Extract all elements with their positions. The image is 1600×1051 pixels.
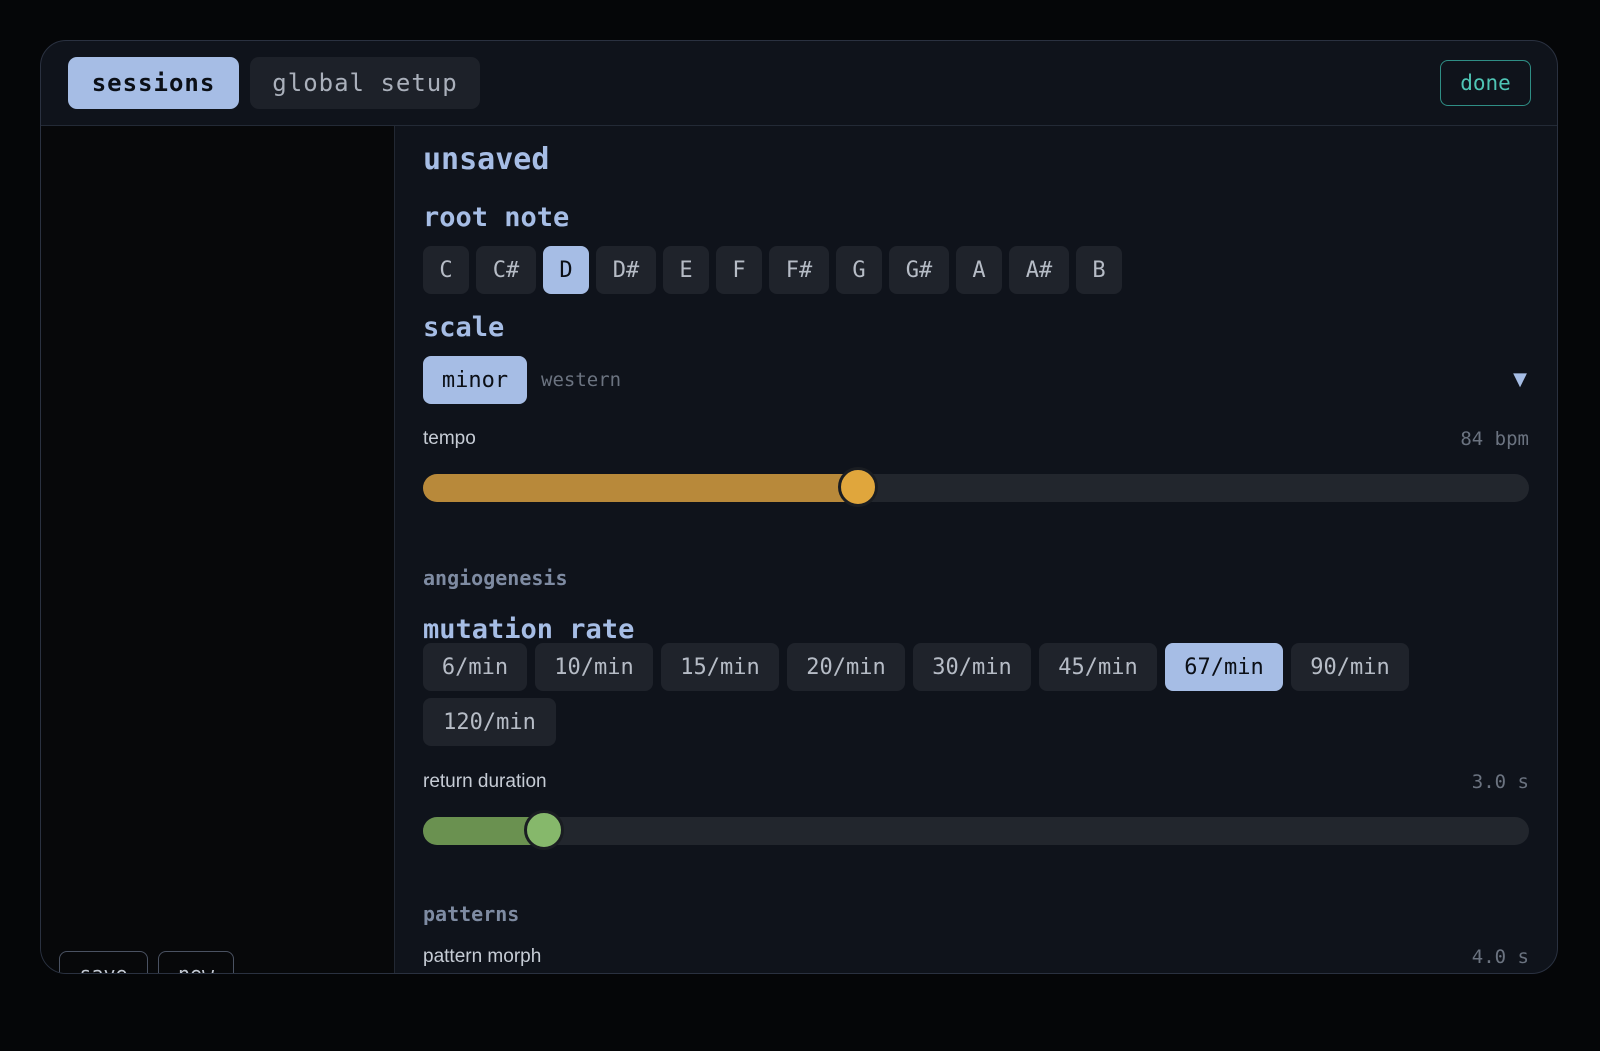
scale-heading: scale [423, 312, 505, 343]
root-note-chip[interactable]: F [716, 246, 762, 294]
new-button[interactable]: new [158, 951, 234, 973]
tab-sessions[interactable]: sessions [68, 57, 239, 109]
tempo-label: tempo [423, 428, 476, 449]
root-note-heading: root note [423, 202, 570, 233]
pattern-morph-label: pattern morph [423, 946, 542, 967]
mutation-rate-chip[interactable]: 10/min [535, 643, 653, 691]
mutation-rate-chip[interactable]: 20/min [787, 643, 905, 691]
save-button[interactable]: save [59, 951, 148, 973]
session-title: unsaved [423, 142, 550, 177]
root-note-chip[interactable]: A# [1009, 246, 1069, 294]
mutation-rate-heading: mutation rate [423, 614, 635, 645]
root-note-chip[interactable]: F# [769, 246, 829, 294]
angiogenesis-section-heading: angiogenesis [423, 566, 568, 590]
top-bar: sessions global setup done [41, 41, 1557, 126]
session-settings: unsaved root note C C# D D# E F F# G G# A A# B scal… [395, 126, 1557, 973]
mutation-rate-chip[interactable]: 6/min [423, 643, 527, 691]
root-note-chip[interactable]: C# [476, 246, 536, 294]
root-note-chip[interactable]: D [543, 246, 589, 294]
triangle-down-icon[interactable]: ▼ [1513, 369, 1527, 390]
scale-family: western [541, 369, 622, 391]
return-duration-label: return duration [423, 771, 547, 792]
tab-global-setup[interactable]: global setup [250, 57, 480, 109]
mutation-rate-chip[interactable]: 15/min [661, 643, 779, 691]
return-duration-value: 3.0 s [1471, 771, 1529, 793]
return-duration-slider[interactable] [423, 810, 1529, 850]
patterns-section-heading: patterns [423, 902, 520, 926]
pattern-morph-value: 4.0 s [1471, 946, 1529, 968]
tempo-slider-fill [423, 474, 858, 502]
root-note-chip[interactable]: C [423, 246, 469, 294]
sessions-sidebar: save new [41, 126, 395, 973]
return-duration-slider-thumb[interactable] [523, 810, 564, 850]
root-note-chip[interactable]: E [663, 246, 709, 294]
mutation-rate-chip[interactable]: 120/min [423, 698, 556, 746]
root-note-chip[interactable]: A [956, 246, 1002, 294]
mutation-rate-chip[interactable]: 90/min [1291, 643, 1409, 691]
tempo-value: 84 bpm [1460, 428, 1529, 450]
mutation-rate-chip[interactable]: 67/min [1165, 643, 1283, 691]
tempo-slider-thumb[interactable] [837, 467, 878, 507]
root-note-chip[interactable]: G# [889, 246, 949, 294]
mutation-rate-chip[interactable]: 45/min [1039, 643, 1157, 691]
tempo-slider[interactable] [423, 467, 1529, 507]
root-note-chip[interactable]: B [1076, 246, 1122, 294]
scale-select-button[interactable]: minor [423, 356, 527, 404]
root-note-chip[interactable]: D# [596, 246, 656, 294]
session-editor-panel: sessions global setup done save new unsa… [40, 40, 1558, 974]
root-note-chip[interactable]: G [836, 246, 882, 294]
done-button[interactable]: done [1440, 60, 1531, 106]
mutation-rate-chip[interactable]: 30/min [913, 643, 1031, 691]
